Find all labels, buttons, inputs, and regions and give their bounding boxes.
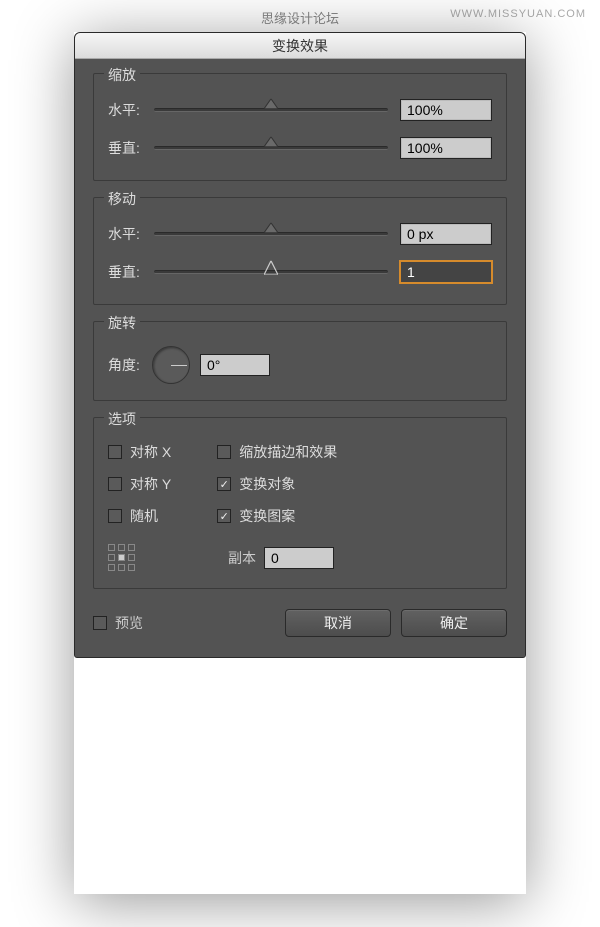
checkbox-icon — [217, 509, 231, 523]
move-vertical-label: 垂直: — [108, 262, 152, 282]
cancel-button[interactable]: 取消 — [285, 609, 391, 637]
slider-thumb-icon[interactable] — [264, 223, 278, 237]
move-group-label: 移动 — [104, 189, 140, 209]
move-group: 移动 水平: 0 px 垂直: 1 — [93, 197, 507, 305]
angle-field[interactable]: 0° — [200, 354, 270, 376]
scale-horizontal-label: 水平: — [108, 100, 152, 120]
move-horizontal-field[interactable]: 0 px — [400, 223, 492, 245]
slider-thumb-icon[interactable] — [264, 261, 278, 275]
copies-label: 副本 — [228, 548, 256, 568]
checkbox-icon — [108, 477, 122, 491]
random-label: 随机 — [130, 506, 158, 526]
checkbox-icon — [93, 616, 107, 630]
preview-checkbox[interactable]: 预览 — [93, 613, 275, 633]
transform-patterns-checkbox[interactable]: 变换图案 — [217, 506, 337, 526]
checkbox-icon — [108, 445, 122, 459]
transform-effect-dialog: 变换效果 缩放 水平: 100% 垂直: — [74, 32, 526, 658]
preview-label: 预览 — [115, 613, 143, 633]
move-vertical-slider[interactable] — [154, 262, 388, 282]
move-horizontal-label: 水平: — [108, 224, 152, 244]
dialog-title: 变换效果 — [272, 36, 328, 56]
reflect-y-checkbox[interactable]: 对称 Y — [108, 474, 171, 494]
anchor-point-selector[interactable] — [108, 544, 136, 572]
scale-vertical-slider[interactable] — [154, 138, 388, 158]
transform-patterns-label: 变换图案 — [239, 506, 295, 526]
scale-group: 缩放 水平: 100% 垂直: 100 — [93, 73, 507, 181]
scale-horizontal-field[interactable]: 100% — [400, 99, 492, 121]
reflect-y-label: 对称 Y — [130, 474, 171, 494]
scale-group-label: 缩放 — [104, 65, 140, 85]
watermark-url: WWW.MISSYUAN.COM — [450, 8, 586, 20]
scale-vertical-field[interactable]: 100% — [400, 137, 492, 159]
ok-button[interactable]: 确定 — [401, 609, 507, 637]
scale-strokes-label: 缩放描边和效果 — [239, 442, 337, 462]
checkbox-icon — [217, 445, 231, 459]
watermark-site: 思缘设计论坛 — [261, 8, 339, 27]
scale-vertical-label: 垂直: — [108, 138, 152, 158]
checkbox-icon — [217, 477, 231, 491]
move-vertical-field[interactable]: 1 — [400, 261, 492, 283]
random-checkbox[interactable]: 随机 — [108, 506, 171, 526]
rotate-group-label: 旋转 — [104, 313, 140, 333]
transform-objects-label: 变换对象 — [239, 474, 295, 494]
options-group: 选项 对称 X 对称 Y 随机 — [93, 417, 507, 589]
angle-dial[interactable] — [152, 346, 190, 384]
reflect-x-label: 对称 X — [130, 442, 171, 462]
scale-strokes-checkbox[interactable]: 缩放描边和效果 — [217, 442, 337, 462]
scale-horizontal-slider[interactable] — [154, 100, 388, 120]
rotate-group: 旋转 角度: 0° — [93, 321, 507, 401]
checkbox-icon — [108, 509, 122, 523]
angle-label: 角度: — [108, 355, 152, 375]
dialog-titlebar: 变换效果 — [75, 33, 525, 59]
slider-thumb-icon[interactable] — [264, 99, 278, 113]
reflect-x-checkbox[interactable]: 对称 X — [108, 442, 171, 462]
options-group-label: 选项 — [104, 409, 140, 429]
move-horizontal-slider[interactable] — [154, 224, 388, 244]
copies-field[interactable]: 0 — [264, 547, 334, 569]
transform-objects-checkbox[interactable]: 变换对象 — [217, 474, 337, 494]
slider-thumb-icon[interactable] — [264, 137, 278, 151]
